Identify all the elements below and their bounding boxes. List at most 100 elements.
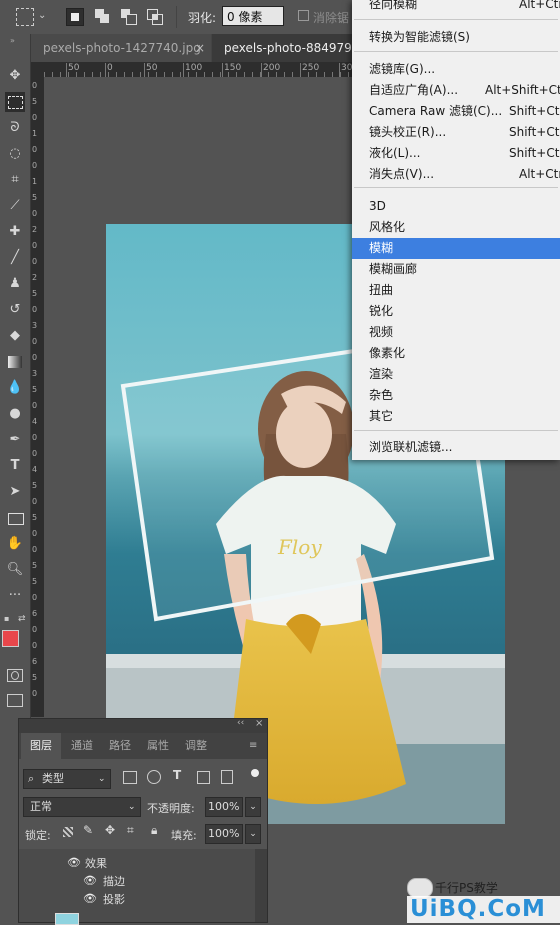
more-icon[interactable]: ···: [5, 586, 25, 606]
crop-icon[interactable]: ⌗: [5, 170, 25, 190]
menu-item-filter-group[interactable]: 3D: [352, 196, 560, 217]
menu-item-filter-group[interactable]: 杂色: [352, 385, 560, 406]
antialias-checkbox[interactable]: [298, 10, 309, 21]
history-brush-icon[interactable]: ↺: [5, 300, 25, 320]
menu-item-label: 锐化: [369, 304, 394, 318]
ruler-tick: [144, 63, 145, 77]
eye-icon[interactable]: 👁︎: [83, 892, 97, 905]
move-icon[interactable]: ✥: [5, 66, 25, 86]
collapse-icon[interactable]: »: [10, 36, 15, 45]
menu-item[interactable]: 液化(L)... Shift+Ctr: [352, 143, 560, 164]
lasso-icon[interactable]: ᘐ: [5, 118, 25, 138]
eyedropper-icon[interactable]: ⟋: [5, 196, 25, 216]
menu-item-shortcut: Alt+Ctr: [519, 0, 560, 11]
menu-item-filter-group[interactable]: 锐化: [352, 301, 560, 322]
marquee-preset-icon[interactable]: [16, 8, 34, 26]
effect-item-stroke[interactable]: 描边: [103, 873, 125, 889]
ruler-left-label: 4: [32, 465, 38, 474]
chevron-down-icon[interactable]: ⌄: [38, 10, 46, 21]
default-colors-icon[interactable]: ▪: [4, 614, 9, 623]
tab-adjustments[interactable]: 调整: [179, 733, 213, 759]
intersect-selection-icon[interactable]: [146, 8, 164, 26]
menu-item-filter-group[interactable]: 模糊画廊: [352, 259, 560, 280]
panel-menu-icon[interactable]: ≡: [249, 740, 257, 751]
collapse-panel-icon[interactable]: ‹‹: [237, 718, 244, 728]
lock-transparent-icon[interactable]: [63, 827, 73, 837]
eraser-icon[interactable]: ◆: [5, 326, 25, 346]
blur-icon[interactable]: 💧: [5, 378, 25, 398]
ruler-left-label: 5: [32, 385, 38, 394]
filter-smart-object-icon[interactable]: [221, 770, 233, 784]
add-selection-icon[interactable]: [94, 8, 112, 26]
layer-filter-select[interactable]: ⌕ 类型 ⌄: [23, 769, 111, 789]
quick-mask-icon[interactable]: [7, 669, 23, 682]
stamp-icon[interactable]: ♟: [5, 274, 25, 294]
menu-item[interactable]: 镜头校正(R)... Shift+Ctr: [352, 122, 560, 143]
layer-list-scrollbar[interactable]: [255, 849, 267, 922]
tab-paths[interactable]: 路径: [103, 733, 137, 759]
lock-artboard-icon[interactable]: ⌗: [127, 823, 134, 838]
lock-pixels-icon[interactable]: ✎: [83, 823, 93, 837]
menu-item[interactable]: 转换为智能滤镜(S): [352, 27, 560, 48]
type-icon[interactable]: T: [5, 456, 25, 476]
screen-mode-icon[interactable]: [7, 694, 23, 707]
chevron-down-icon[interactable]: ⌄: [245, 797, 261, 817]
menu-item-filter-group[interactable]: 模糊: [352, 238, 560, 259]
filter-shape-icon[interactable]: [197, 771, 210, 784]
fill-input[interactable]: 100%: [205, 824, 243, 844]
dodge-icon[interactable]: ●: [5, 404, 25, 424]
tab-channels[interactable]: 通道: [65, 733, 99, 759]
zoom-icon[interactable]: 🔍︎: [5, 560, 25, 580]
filter-toggle-icon[interactable]: [251, 769, 259, 777]
menu-item-filter-group[interactable]: 视频: [352, 322, 560, 343]
tab-document-1[interactable]: pexels-photo-1427740.jpg ×: [31, 34, 211, 62]
menu-item-filter-group[interactable]: 像素化: [352, 343, 560, 364]
ruler-left-label: 5: [32, 481, 38, 490]
close-icon[interactable]: ×: [195, 34, 205, 62]
eye-icon[interactable]: 👁︎: [83, 874, 97, 887]
menu-item[interactable]: 滤镜库(G)...: [352, 59, 560, 80]
marquee-icon[interactable]: [5, 92, 25, 112]
pen-icon[interactable]: ✒: [5, 430, 25, 450]
path-select-icon[interactable]: ➤: [5, 482, 25, 502]
menu-item-label: 风格化: [369, 220, 406, 234]
menu-item[interactable]: Camera Raw 滤镜(C)... Shift+Ctr: [352, 101, 560, 122]
new-selection-icon[interactable]: [66, 8, 84, 26]
eye-icon[interactable]: 👁︎: [67, 856, 81, 869]
blend-mode-select[interactable]: 正常 ⌄: [23, 797, 141, 817]
menu-item[interactable]: 消失点(V)... Alt+Ctr: [352, 164, 560, 185]
healing-icon[interactable]: ✚: [5, 222, 25, 242]
lock-all-icon[interactable]: 🔒︎: [151, 823, 157, 838]
opacity-input[interactable]: 100%: [205, 797, 243, 817]
layer-thumbnail[interactable]: [55, 913, 79, 925]
tab-properties[interactable]: 属性: [141, 733, 175, 759]
gradient-icon[interactable]: [5, 352, 25, 372]
feather-input[interactable]: 0 像素: [222, 6, 284, 26]
foreground-color-swatch[interactable]: [2, 630, 19, 647]
menu-item-label: 消失点(V)...: [369, 167, 435, 181]
menu-item[interactable]: 径向模糊 Alt+Ctr: [352, 0, 560, 15]
brush-icon[interactable]: ╱: [5, 248, 25, 268]
watermark: 千行PS教学 UiBQ.CoM: [407, 878, 560, 923]
subtract-selection-icon[interactable]: [120, 8, 138, 26]
menu-item-filter-group[interactable]: 风格化: [352, 217, 560, 238]
rectangle-icon[interactable]: [5, 508, 25, 528]
chevron-down-icon[interactable]: ⌄: [245, 824, 261, 844]
menu-item[interactable]: 自适应广角(A)... Alt+Shift+Ctr: [352, 80, 560, 101]
filter-type-icon[interactable]: T: [173, 768, 181, 782]
lock-position-icon[interactable]: ✥: [105, 823, 115, 837]
filter-adjustment-icon[interactable]: [147, 770, 161, 784]
swap-colors-icon[interactable]: ⇄: [18, 614, 26, 624]
ruler-left-label: 0: [32, 497, 38, 506]
menu-item-filter-group[interactable]: 扭曲: [352, 280, 560, 301]
menu-item-filter-group[interactable]: 其它: [352, 406, 560, 427]
filter-pixel-icon[interactable]: [123, 771, 137, 784]
menu-item-filter-group[interactable]: 渲染: [352, 364, 560, 385]
menu-item-browse-online[interactable]: 浏览联机滤镜...: [352, 437, 560, 458]
tab-layers[interactable]: 图层: [21, 733, 61, 759]
effect-item-drop-shadow[interactable]: 投影: [103, 891, 125, 907]
ruler-left-label: 3: [32, 369, 38, 378]
close-icon[interactable]: ×: [255, 718, 263, 729]
quick-select-icon[interactable]: ◌: [5, 144, 25, 164]
hand-icon[interactable]: ✋: [5, 534, 25, 554]
